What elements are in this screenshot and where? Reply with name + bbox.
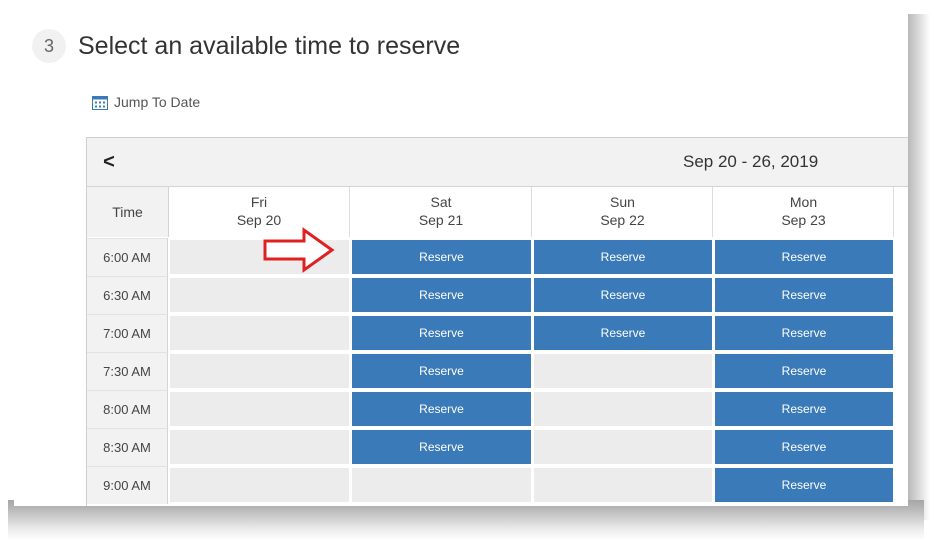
- time-label: 7:30 AM: [87, 352, 168, 390]
- unavailable-slot: [352, 468, 531, 502]
- day-name: Sun: [610, 194, 635, 210]
- reserve-button[interactable]: Reserve: [715, 468, 893, 502]
- step-title: Select an available time to reserve: [78, 31, 461, 60]
- date-range-label: Sep 20 - 26, 2019: [683, 152, 819, 171]
- reserve-button[interactable]: Reserve: [352, 316, 531, 350]
- reserve-button[interactable]: Reserve: [352, 240, 531, 274]
- time-row: 7:00 AM Reserve Reserve Reserve: [87, 314, 908, 352]
- unavailable-slot: [534, 392, 712, 426]
- unavailable-slot: [170, 278, 349, 312]
- time-column-header: Time: [87, 187, 169, 237]
- unavailable-slot: [534, 430, 712, 464]
- day-date: Sep 22: [600, 212, 645, 228]
- calendar-grid: < Sep 20 - 26, 2019 Time Fri Sep 20 Sat Sep…: [86, 137, 908, 506]
- reserve-button[interactable]: Reserve: [534, 316, 712, 350]
- day-header-mon: Mon Sep 23: [714, 187, 894, 237]
- reserve-button[interactable]: Reserve: [352, 354, 531, 388]
- time-label: 9:00 AM: [87, 466, 168, 504]
- day-header-sat: Sat Sep 21: [351, 187, 532, 237]
- reserve-button[interactable]: Reserve: [715, 392, 893, 426]
- prev-week-button[interactable]: <: [97, 148, 121, 176]
- time-row: 8:00 AM Reserve Reserve: [87, 390, 908, 428]
- time-row: 7:30 AM Reserve Reserve: [87, 352, 908, 390]
- step-header: 3 Select an available time to reserve: [32, 28, 460, 64]
- time-label: 7:00 AM: [87, 314, 168, 352]
- screenshot-frame: 3 Select an available time to reserve Ju…: [0, 0, 934, 550]
- reserve-button[interactable]: Reserve: [352, 392, 531, 426]
- reserve-button[interactable]: Reserve: [534, 240, 712, 274]
- unavailable-slot: [170, 316, 349, 350]
- unavailable-slot: [534, 468, 712, 502]
- time-row: 6:30 AM Reserve Reserve Reserve: [87, 276, 908, 314]
- time-label: 8:30 AM: [87, 428, 168, 466]
- red-arrow-annotation-icon: [263, 227, 335, 273]
- day-date: Sep 23: [781, 212, 826, 228]
- day-name: Fri: [250, 194, 268, 210]
- step-number: 3: [32, 29, 66, 63]
- time-row: 8:30 AM Reserve Reserve: [87, 428, 908, 466]
- chevron-left-icon: <: [103, 150, 115, 173]
- jump-to-date-label: Jump To Date: [114, 94, 201, 110]
- day-name: Mon: [789, 194, 818, 210]
- jump-to-date-link[interactable]: Jump To Date: [92, 94, 200, 110]
- reserve-button[interactable]: Reserve: [352, 278, 531, 312]
- unavailable-slot: [170, 468, 349, 502]
- unavailable-slot: [534, 354, 712, 388]
- time-label: 8:00 AM: [87, 390, 168, 428]
- unavailable-slot: [170, 354, 349, 388]
- reserve-button[interactable]: Reserve: [715, 240, 893, 274]
- day-name: Sat: [430, 194, 452, 210]
- time-label: 6:00 AM: [87, 238, 168, 276]
- unavailable-slot: [170, 430, 349, 464]
- reserve-button[interactable]: Reserve: [715, 278, 893, 312]
- frame-shadow-bottom: [8, 500, 924, 540]
- reserve-button[interactable]: Reserve: [715, 316, 893, 350]
- reserve-button[interactable]: Reserve: [715, 430, 893, 464]
- day-header-sun: Sun Sep 22: [533, 187, 713, 237]
- time-row: 9:00 AM Reserve: [87, 466, 908, 504]
- reserve-button[interactable]: Reserve: [534, 278, 712, 312]
- day-date: Sep 21: [418, 212, 464, 228]
- unavailable-slot: [170, 392, 349, 426]
- reserve-button[interactable]: Reserve: [715, 354, 893, 388]
- time-row: 6:00 AM Reserve Reserve Reserve: [87, 238, 908, 276]
- reservation-card: 3 Select an available time to reserve Ju…: [14, 10, 908, 506]
- calendar-icon: [92, 95, 108, 110]
- calendar-header-row: Time Fri Sep 20 Sat Sep 21 Sun Sep 22 Mon Sep 2…: [87, 187, 908, 237]
- reserve-button[interactable]: Reserve: [352, 430, 531, 464]
- time-label: 6:30 AM: [87, 276, 168, 314]
- calendar-nav-bar: < Sep 20 - 26, 2019: [87, 138, 908, 187]
